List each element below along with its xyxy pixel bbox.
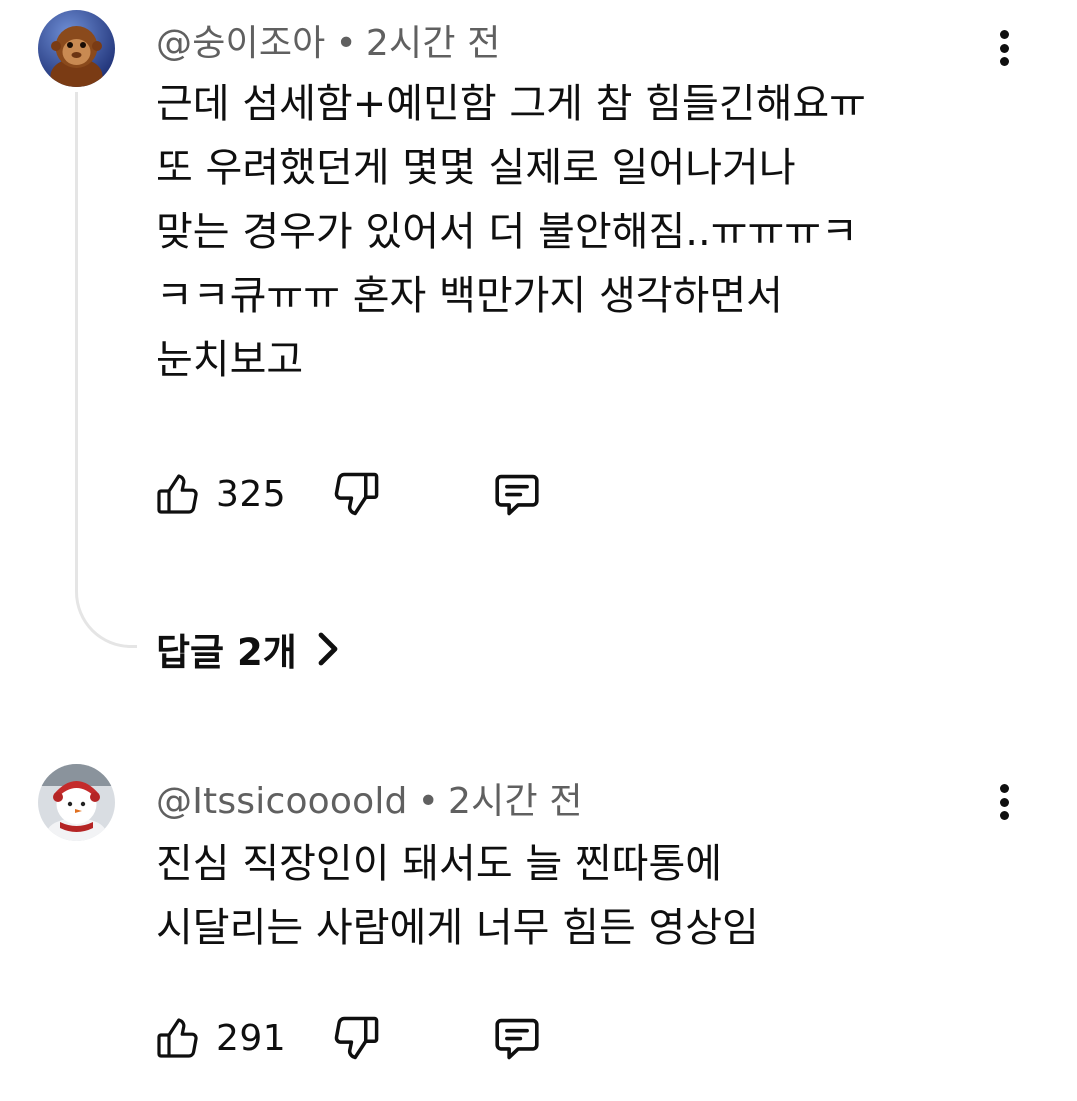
like-button[interactable]: 291 bbox=[154, 1012, 286, 1064]
kebab-dot bbox=[999, 797, 1009, 807]
avatar[interactable] bbox=[38, 764, 115, 841]
kebab-dot bbox=[999, 57, 1009, 66]
comment-actions: 325 bbox=[154, 468, 574, 524]
like-button[interactable]: 325 bbox=[154, 468, 286, 520]
like-count: 291 bbox=[216, 1017, 287, 1059]
meta-separator: • bbox=[417, 781, 440, 822]
comment-item: @Itssicoooold • 2시간 전 진심 직장인이 돼서도 늘 찐따통에 시… bbox=[0, 740, 1077, 1101]
comment-time: 2시간 전 bbox=[448, 781, 583, 822]
reply-button[interactable] bbox=[490, 1012, 544, 1066]
more-options-icon[interactable] bbox=[986, 778, 1022, 826]
view-replies-button[interactable]: 답글 2개 bbox=[156, 622, 343, 676]
comment-author[interactable]: @Itssicoooold bbox=[156, 781, 408, 822]
comment-item: @숭이조아 • 2시간 전 근데 섬세함+예민함 그게 참 힘들긴해요ㅠ 또 우려했… bbox=[0, 0, 1077, 700]
comment-meta: @숭이조아 • 2시간 전 bbox=[156, 14, 501, 66]
meta-separator: • bbox=[335, 23, 357, 64]
comment-author[interactable]: @숭이조아 bbox=[156, 23, 325, 64]
like-icon bbox=[157, 1018, 198, 1058]
like-count: 325 bbox=[216, 473, 287, 515]
comment-time: 2시간 전 bbox=[365, 23, 501, 64]
replies-count-label: 답글 2개 bbox=[156, 631, 297, 674]
more-options-icon[interactable] bbox=[986, 24, 1022, 72]
reply-button[interactable] bbox=[490, 468, 544, 522]
reply-thread-line bbox=[75, 92, 137, 648]
kebab-dot bbox=[999, 784, 1009, 793]
avatar[interactable] bbox=[38, 10, 115, 87]
dislike-icon bbox=[334, 472, 379, 516]
snowman-avatar-icon bbox=[38, 764, 115, 841]
chevron-right-icon bbox=[318, 632, 338, 666]
orangutan-avatar-icon bbox=[38, 10, 115, 87]
reply-icon bbox=[495, 474, 539, 516]
dislike-button[interactable] bbox=[330, 1012, 382, 1064]
kebab-dot bbox=[999, 30, 1009, 39]
reply-icon bbox=[495, 1018, 539, 1060]
dislike-icon bbox=[334, 1016, 379, 1060]
comment-actions: 291 bbox=[154, 1012, 574, 1068]
kebab-dot bbox=[999, 43, 1009, 53]
dislike-button[interactable] bbox=[330, 468, 382, 520]
comment-text: 근데 섬세함+예민함 그게 참 힘들긴해요ㅠ 또 우려했던게 몇몇 실제로 일어… bbox=[156, 81, 866, 383]
kebab-dot bbox=[999, 811, 1009, 820]
comment-text: 진심 직장인이 돼서도 늘 찐따통에 시달리는 사람에게 너무 힘든 영상임 bbox=[156, 841, 759, 951]
comment-meta: @Itssicoooold • 2시간 전 bbox=[156, 772, 583, 824]
like-icon bbox=[157, 474, 198, 514]
